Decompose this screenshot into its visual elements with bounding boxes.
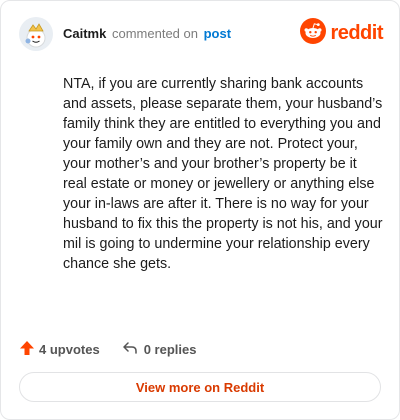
user-avatar-icon[interactable] [19, 17, 53, 51]
upvote-count: 4 upvotes [39, 341, 100, 357]
post-link[interactable]: post [204, 26, 231, 41]
reddit-snoo-icon [300, 17, 327, 49]
reply-count: 0 replies [143, 341, 197, 357]
embedded-comment-card: Caitmk commented on post reddit NTA, if … [0, 0, 400, 420]
reply-arrow-icon [122, 340, 138, 359]
upvote-button[interactable]: 4 upvotes [19, 340, 100, 359]
author-name[interactable]: Caitmk [63, 26, 106, 41]
upvote-arrow-icon [19, 340, 35, 359]
comment-header: Caitmk commented on post reddit [19, 15, 383, 53]
reddit-logo[interactable]: reddit [300, 17, 383, 49]
replies-button[interactable]: 0 replies [122, 340, 197, 359]
commented-on-text: commented on [111, 26, 198, 41]
reddit-wordmark: reddit [330, 21, 383, 44]
comment-body: NTA, if you are currently sharing bank a… [63, 76, 383, 272]
comment-meta: Caitmk commented on post [63, 26, 231, 41]
view-more-button[interactable]: View more on Reddit [19, 372, 381, 402]
comment-footer: 4 upvotes 0 replies [19, 338, 196, 360]
